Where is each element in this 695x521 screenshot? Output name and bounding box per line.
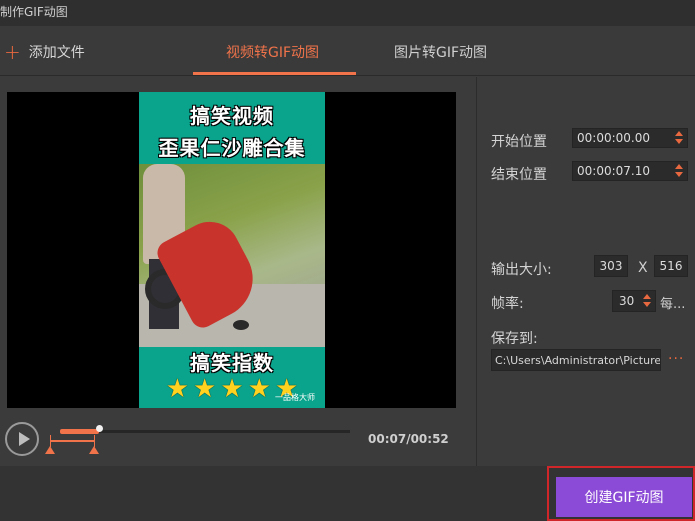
video-watermark: 一品格大师 bbox=[275, 393, 315, 402]
save-path-input[interactable]: C:\Users\Administrator\Pictures bbox=[491, 349, 661, 371]
active-tab-indicator bbox=[193, 72, 356, 75]
create-gif-button[interactable]: 创建GIF动图 bbox=[556, 477, 692, 517]
times-symbol: X bbox=[638, 260, 648, 276]
window-title: 制作GIF动图 bbox=[0, 5, 68, 19]
play-button[interactable] bbox=[5, 422, 39, 456]
end-position-label: 结束位置 bbox=[491, 167, 547, 183]
star-icon: ★ bbox=[247, 374, 271, 404]
end-position-input[interactable]: 00:00:07.10 bbox=[572, 161, 688, 181]
frame-rate-unit: 每... bbox=[660, 297, 686, 312]
start-position-label: 开始位置 bbox=[491, 134, 547, 150]
frame-rate-label: 帧率: bbox=[491, 296, 524, 312]
video-preview: 搞笑视频 歪果仁沙雕合集 搞笑指数 ★ ★ ★ ★ ★ 一品格大师 bbox=[7, 92, 456, 408]
add-file-label: 添加文件 bbox=[28, 45, 85, 61]
settings-panel: 开始位置 00:00:00.00 结束位置 00:00:07.10 输出大小: … bbox=[478, 77, 695, 466]
tab-bar: + 添加文件 视频转GIF动图 图片转GIF动图 bbox=[0, 26, 695, 76]
save-to-label: 保存到: bbox=[491, 331, 538, 347]
range-start-marker[interactable] bbox=[45, 446, 55, 454]
output-size-label: 输出大小: bbox=[491, 262, 552, 278]
preview-panel: 搞笑视频 歪果仁沙雕合集 搞笑指数 ★ ★ ★ ★ ★ 一品格大师 00:07/00:5… bbox=[0, 77, 477, 466]
turtle-figure bbox=[233, 320, 249, 330]
video-title-line1: 搞笑视频 bbox=[190, 104, 274, 128]
spinner-arrows-icon[interactable] bbox=[675, 131, 683, 145]
spinner-arrows-icon[interactable] bbox=[675, 164, 683, 178]
clip-range-bar bbox=[51, 440, 95, 442]
timeline-track[interactable] bbox=[60, 430, 350, 433]
spinner-arrows-icon[interactable] bbox=[643, 294, 651, 308]
video-bottom-caption: 搞笑指数 bbox=[190, 351, 274, 375]
star-icon: ★ bbox=[220, 374, 244, 404]
browse-more-button[interactable]: ··· bbox=[668, 351, 684, 367]
tab-video-to-gif[interactable]: 视频转GIF动图 bbox=[226, 42, 319, 62]
timeline-handle[interactable] bbox=[96, 425, 103, 432]
frame-rate-input[interactable]: 30 bbox=[612, 290, 656, 312]
add-file-button[interactable]: + 添加文件 bbox=[4, 42, 85, 62]
title-bar: 制作GIF动图 bbox=[0, 0, 695, 26]
range-end-marker[interactable] bbox=[89, 446, 99, 454]
plus-icon: + bbox=[4, 40, 21, 64]
time-display: 00:07/00:52 bbox=[368, 432, 449, 446]
video-scene-image bbox=[139, 164, 325, 347]
star-icon: ★ bbox=[165, 374, 190, 404]
start-position-input[interactable]: 00:00:00.00 bbox=[572, 128, 688, 148]
tab-image-to-gif[interactable]: 图片转GIF动图 bbox=[394, 42, 487, 62]
star-icon: ★ bbox=[193, 374, 217, 404]
timeline-progress bbox=[60, 429, 99, 434]
video-frame: 搞笑视频 歪果仁沙雕合集 搞笑指数 ★ ★ ★ ★ ★ 一品格大师 bbox=[139, 92, 325, 408]
video-title-line2: 歪果仁沙雕合集 bbox=[158, 136, 306, 160]
output-width-input[interactable]: 303 bbox=[594, 255, 628, 277]
output-height-input[interactable]: 516 bbox=[654, 255, 688, 277]
